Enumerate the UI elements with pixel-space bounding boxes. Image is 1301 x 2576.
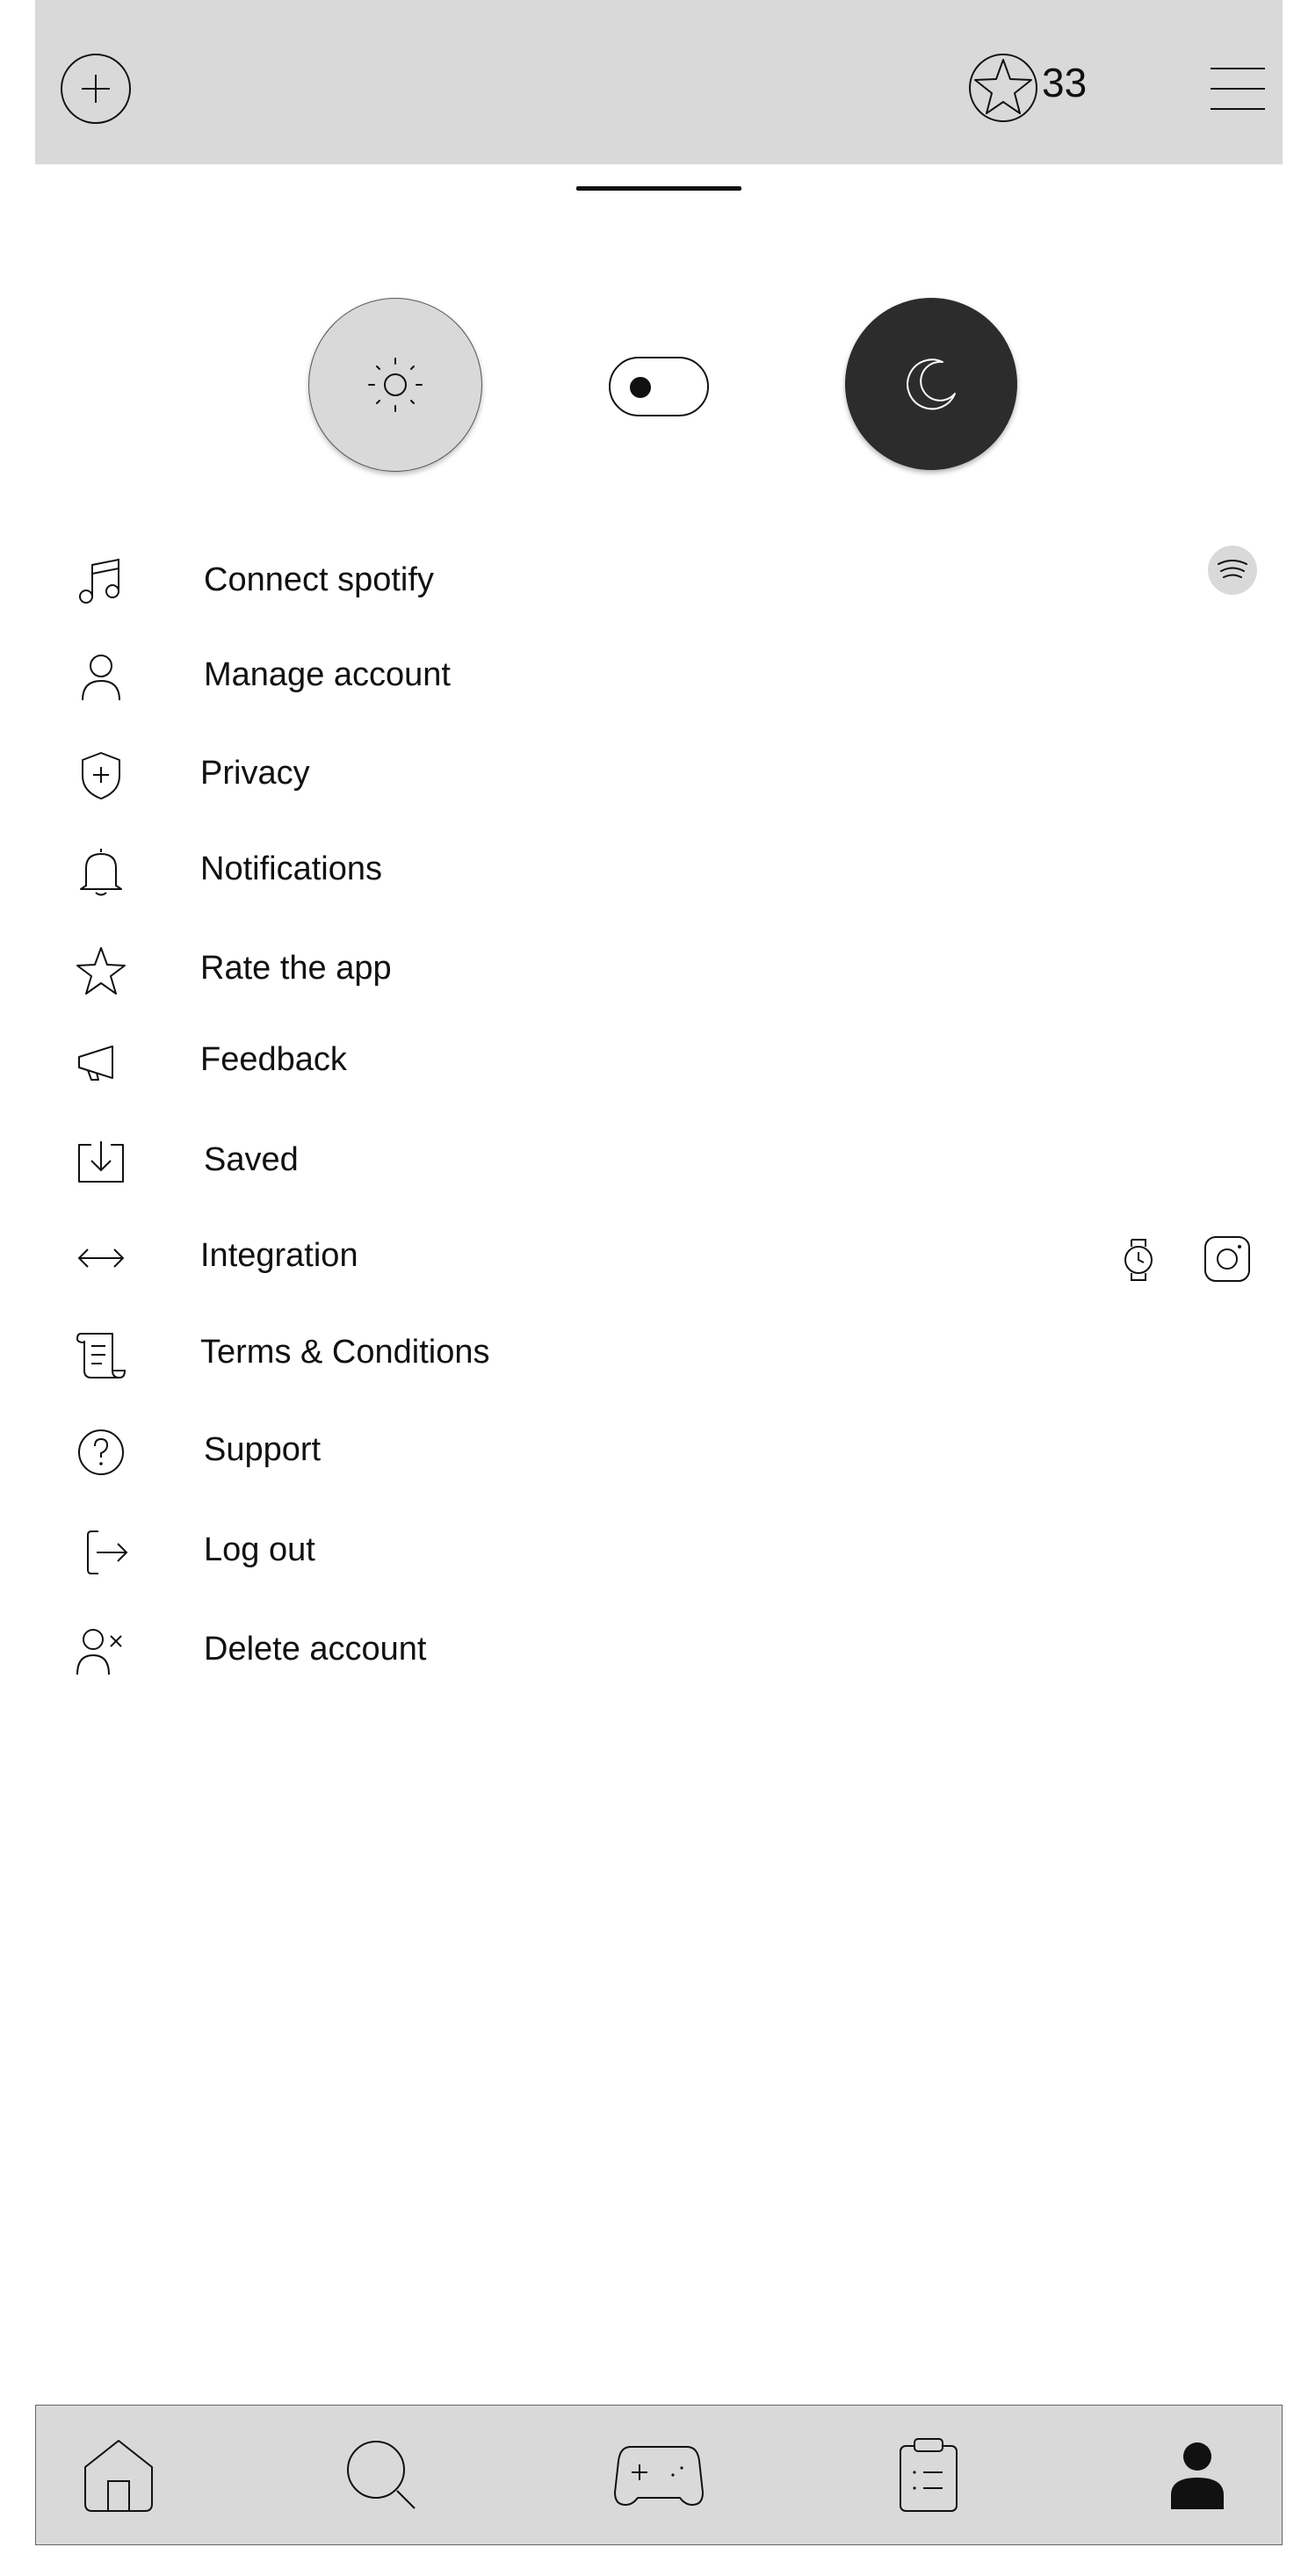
settings-item-rate-the-app[interactable]: Rate the app [0,928,1301,1007]
user-remove-icon [76,1629,122,1675]
settings-item-delete-account[interactable]: Delete account [0,1609,1301,1688]
settings-item-label: Feedback [200,1041,347,1078]
settings-item-label: Log out [204,1531,315,1568]
shield-icon [82,752,120,800]
watch-icon[interactable] [1123,1238,1154,1282]
settings-item-terms-conditions[interactable]: Terms & Conditions [0,1312,1301,1391]
light-mode-button[interactable] [308,298,482,472]
settings-item-connect-spotify[interactable]: Connect spotify [0,539,1301,619]
settings-item-label: Connect spotify [204,561,434,598]
bottom-nav-bar [35,2405,1283,2545]
theme-toggle[interactable] [609,357,709,416]
nav-home[interactable] [66,2406,171,2543]
settings-item-label: Notifications [200,850,382,887]
nav-tasks[interactable] [876,2406,981,2543]
star-badge-icon[interactable] [968,53,1038,123]
dark-mode-button[interactable] [845,298,1017,470]
instagram-icon[interactable] [1203,1235,1251,1283]
megaphone-icon [78,1046,113,1081]
settings-item-label: Delete account [204,1631,427,1668]
logout-icon [87,1530,128,1574]
gamepad-icon [614,2445,704,2506]
star-icon [76,947,126,995]
settings-item-log-out[interactable]: Log out [0,1509,1301,1588]
question-circle-icon [78,1429,124,1475]
sun-icon [368,358,423,412]
nav-search[interactable] [329,2406,434,2543]
settings-item-label: Privacy [200,755,310,792]
nav-games[interactable] [606,2406,712,2543]
download-tray-icon [78,1141,124,1183]
settings-item-label: Terms & Conditions [200,1334,490,1371]
moon-icon [907,358,956,410]
settings-item-notifications[interactable]: Notifications [0,829,1301,908]
settings-item-saved[interactable]: Saved [0,1119,1301,1198]
settings-item-label: Rate the app [200,950,392,987]
bell-icon [80,849,122,896]
settings-item-label: Manage account [204,656,451,693]
settings-item-label: Support [204,1431,322,1468]
settings-item-label: Saved [204,1141,299,1178]
toggle-knob [630,377,651,398]
spotify-icon[interactable] [1207,545,1258,596]
drawer-handle[interactable] [576,186,741,191]
settings-item-feedback[interactable]: Feedback [0,1019,1301,1098]
top-bar [35,0,1283,164]
settings-item-label: Integration [200,1237,358,1274]
settings-item-manage-account[interactable]: Manage account [0,634,1301,713]
plus-circle-icon[interactable] [60,53,132,125]
home-icon [84,2439,153,2512]
nav-profile[interactable] [1145,2406,1250,2543]
music-note-icon [79,558,119,604]
scroll-icon [76,1333,126,1378]
settings-item-privacy[interactable]: Privacy [0,733,1301,812]
settings-item-support[interactable]: Support [0,1409,1301,1488]
stars-count: 33 [1042,60,1088,105]
arrows-horizontal-icon [77,1248,125,1268]
clipboard-icon [900,2437,958,2512]
profile-icon [1171,2442,1224,2509]
settings-item-integration[interactable]: Integration [0,1215,1301,1294]
search-icon [347,2440,416,2509]
hamburger-menu-icon[interactable] [1211,67,1265,111]
user-icon [82,655,120,701]
